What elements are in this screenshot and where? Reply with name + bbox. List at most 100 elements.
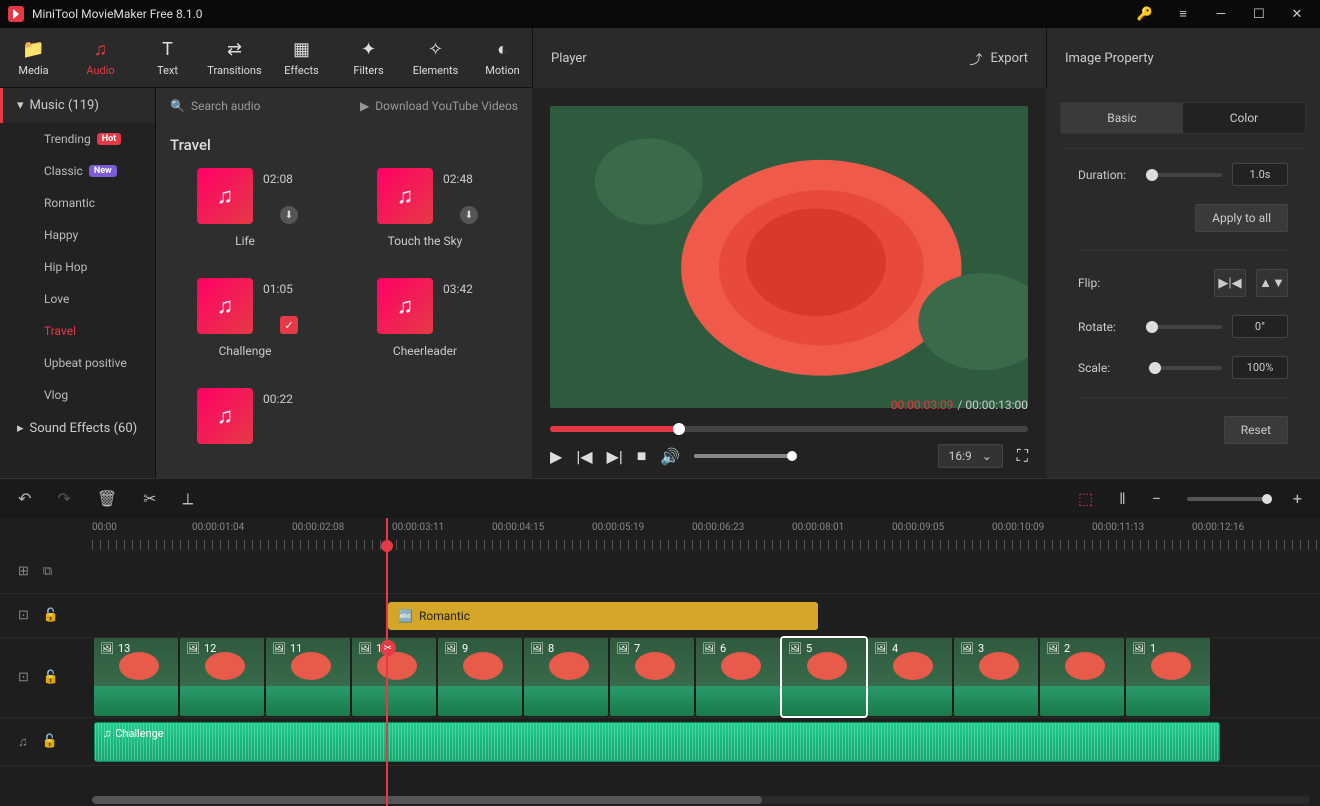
maximize-button[interactable]: ☐ <box>1244 4 1274 24</box>
audio-item[interactable]: ♫00:22 <box>170 388 320 454</box>
timeline-ruler[interactable]: 00:0000:00:01:0400:00:02:0800:00:03:1100… <box>92 518 1320 550</box>
tool-tab-effects[interactable]: ▦Effects <box>268 28 335 87</box>
lock-icon[interactable]: 🔓 <box>42 734 58 749</box>
download-youtube-link[interactable]: ▶ Download YouTube Videos <box>360 99 518 113</box>
next-frame-button[interactable]: ▶| <box>607 447 623 466</box>
fullscreen-button[interactable]: ⛶ <box>1017 446 1028 466</box>
minimize-button[interactable]: — <box>1206 4 1236 24</box>
seek-bar[interactable] <box>550 426 1028 432</box>
video-preview[interactable] <box>550 106 1028 408</box>
download-icon[interactable]: ⬇ <box>460 206 478 224</box>
video-clip[interactable]: 🖼8 <box>524 638 608 716</box>
track-opts-icon[interactable]: ‖ <box>1119 489 1126 509</box>
tool-tab-filters[interactable]: ✦Filters <box>335 28 402 87</box>
music-icon: ♫ <box>197 278 253 334</box>
tab-color[interactable]: Color <box>1183 103 1305 133</box>
video-clip[interactable]: 🖼2 <box>1040 638 1124 716</box>
sidebar-item-travel[interactable]: Travel <box>0 315 155 347</box>
video-clip[interactable]: 🖼3 <box>954 638 1038 716</box>
reset-button[interactable]: Reset <box>1224 416 1288 444</box>
sidebar-item-romantic[interactable]: Romantic <box>0 187 155 219</box>
scale-label: Scale: <box>1078 361 1138 375</box>
sidebar-item-love[interactable]: Love <box>0 283 155 315</box>
sidebar-item-trending[interactable]: TrendingHot <box>0 123 155 155</box>
sidebar-item-hip-hop[interactable]: Hip Hop <box>0 251 155 283</box>
image-icon: 🖼 <box>1046 642 1060 655</box>
volume-slider[interactable] <box>694 454 794 458</box>
playhead[interactable] <box>386 518 388 806</box>
export-button[interactable]: ⤴ Export <box>969 49 1028 68</box>
audio-item[interactable]: ♫01:05✓Challenge <box>170 278 320 358</box>
video-track-icon: ⊡ <box>18 670 29 685</box>
audio-item[interactable]: ♫03:42Cheerleader <box>350 278 500 358</box>
tool-tab-text[interactable]: TText <box>134 28 201 87</box>
zoom-out-button[interactable]: − <box>1152 489 1161 508</box>
timeline-scrollbar[interactable] <box>92 796 1310 804</box>
tool-tab-audio[interactable]: ♫Audio <box>67 28 134 87</box>
tool-tab-elements[interactable]: ✧Elements <box>402 28 469 87</box>
video-clip[interactable]: 🖼12 <box>180 638 264 716</box>
prev-frame-button[interactable]: |◀ <box>576 447 592 466</box>
scale-value[interactable]: 100% <box>1232 356 1288 379</box>
export-icon: ⤴ <box>969 49 982 68</box>
duration-value[interactable]: 1.0s <box>1232 163 1288 186</box>
sidebar-item-upbeat-positive[interactable]: Upbeat positive <box>0 347 155 379</box>
rotate-slider[interactable] <box>1148 325 1222 329</box>
image-icon: 🖼 <box>702 642 716 655</box>
zoom-in-button[interactable]: + <box>1293 489 1302 508</box>
aspect-ratio-select[interactable]: 16:9 ⌄ <box>938 444 1003 468</box>
close-button[interactable]: ✕ <box>1282 4 1312 24</box>
tool-tab-motion[interactable]: ◐Motion <box>469 28 536 87</box>
apply-to-all-button[interactable]: Apply to all <box>1195 204 1288 232</box>
upgrade-key-icon[interactable]: 🔑 <box>1130 4 1160 24</box>
volume-icon[interactable]: 🔊 <box>660 447 680 466</box>
crop-button[interactable]: ⟂ <box>183 489 194 509</box>
sidebar-section-music[interactable]: ▾ Music (119) <box>0 88 155 123</box>
audio-item[interactable]: ♫02:08⬇Life <box>170 168 320 248</box>
search-audio-input[interactable]: 🔍 Search audio <box>170 99 350 113</box>
sidebar-item-vlog[interactable]: Vlog <box>0 379 155 411</box>
audio-clip[interactable]: ♫Challenge <box>94 722 1220 762</box>
flip-horizontal-button[interactable]: ▶|◀ <box>1214 269 1246 297</box>
delete-button[interactable]: 🗑 <box>97 489 117 508</box>
play-button[interactable]: ▶ <box>550 447 562 466</box>
split-button[interactable]: ✂ <box>143 489 156 508</box>
sidebar-section-sfx[interactable]: ▸ Sound Effects (60) <box>0 411 155 446</box>
video-clip[interactable]: 🖼11 <box>266 638 350 716</box>
sidebar-item-happy[interactable]: Happy <box>0 219 155 251</box>
magnet-icon[interactable]: ⬚ <box>1078 489 1093 508</box>
copy-track-icon[interactable]: ⧉ <box>43 564 52 579</box>
stop-button[interactable]: ■ <box>637 446 647 466</box>
video-clip[interactable]: 🖼1 <box>1126 638 1210 716</box>
tool-tab-transitions[interactable]: ⇄Transitions <box>201 28 268 87</box>
tool-tab-media[interactable]: 📁Media <box>0 28 67 87</box>
image-icon: 🖼 <box>444 642 458 655</box>
rotate-value[interactable]: 0° <box>1232 315 1288 338</box>
video-clip[interactable]: 🖼9 <box>438 638 522 716</box>
image-icon: 🖼 <box>186 642 200 655</box>
lock-icon[interactable]: 🔓 <box>43 608 59 623</box>
scale-slider[interactable] <box>1148 366 1222 370</box>
tab-basic[interactable]: Basic <box>1061 103 1183 133</box>
sidebar-item-classic[interactable]: ClassicNew <box>0 155 155 187</box>
duration-slider[interactable] <box>1148 173 1222 177</box>
split-marker-icon[interactable]: ✂ <box>380 640 396 656</box>
audio-item[interactable]: ♫02:48⬇Touch the Sky <box>350 168 500 248</box>
video-clip[interactable]: 🖼4 <box>868 638 952 716</box>
download-icon[interactable]: ⬇ <box>280 206 298 224</box>
titlebar: MiniTool MovieMaker Free 8.1.0 🔑 ≡ — ☐ ✕ <box>0 0 1320 28</box>
video-clip[interactable]: 🖼13 <box>94 638 178 716</box>
undo-button[interactable]: ↶ <box>18 489 31 508</box>
text-clip[interactable]: 🔤 Romantic <box>388 602 818 630</box>
video-clip[interactable]: 🖼6 <box>696 638 780 716</box>
lock-icon[interactable]: 🔓 <box>43 670 59 685</box>
flip-vertical-button[interactable]: ▲▼ <box>1256 269 1288 297</box>
badge: Hot <box>97 133 121 145</box>
add-track-icon[interactable]: ⊞ <box>18 564 29 579</box>
video-clip[interactable]: 🖼7 <box>610 638 694 716</box>
menu-icon[interactable]: ≡ <box>1168 4 1198 24</box>
image-icon: 🖼 <box>1132 642 1146 655</box>
zoom-slider[interactable] <box>1187 497 1267 501</box>
redo-button[interactable]: ↷ <box>57 489 70 508</box>
video-clip[interactable]: 🖼5 <box>782 638 866 716</box>
